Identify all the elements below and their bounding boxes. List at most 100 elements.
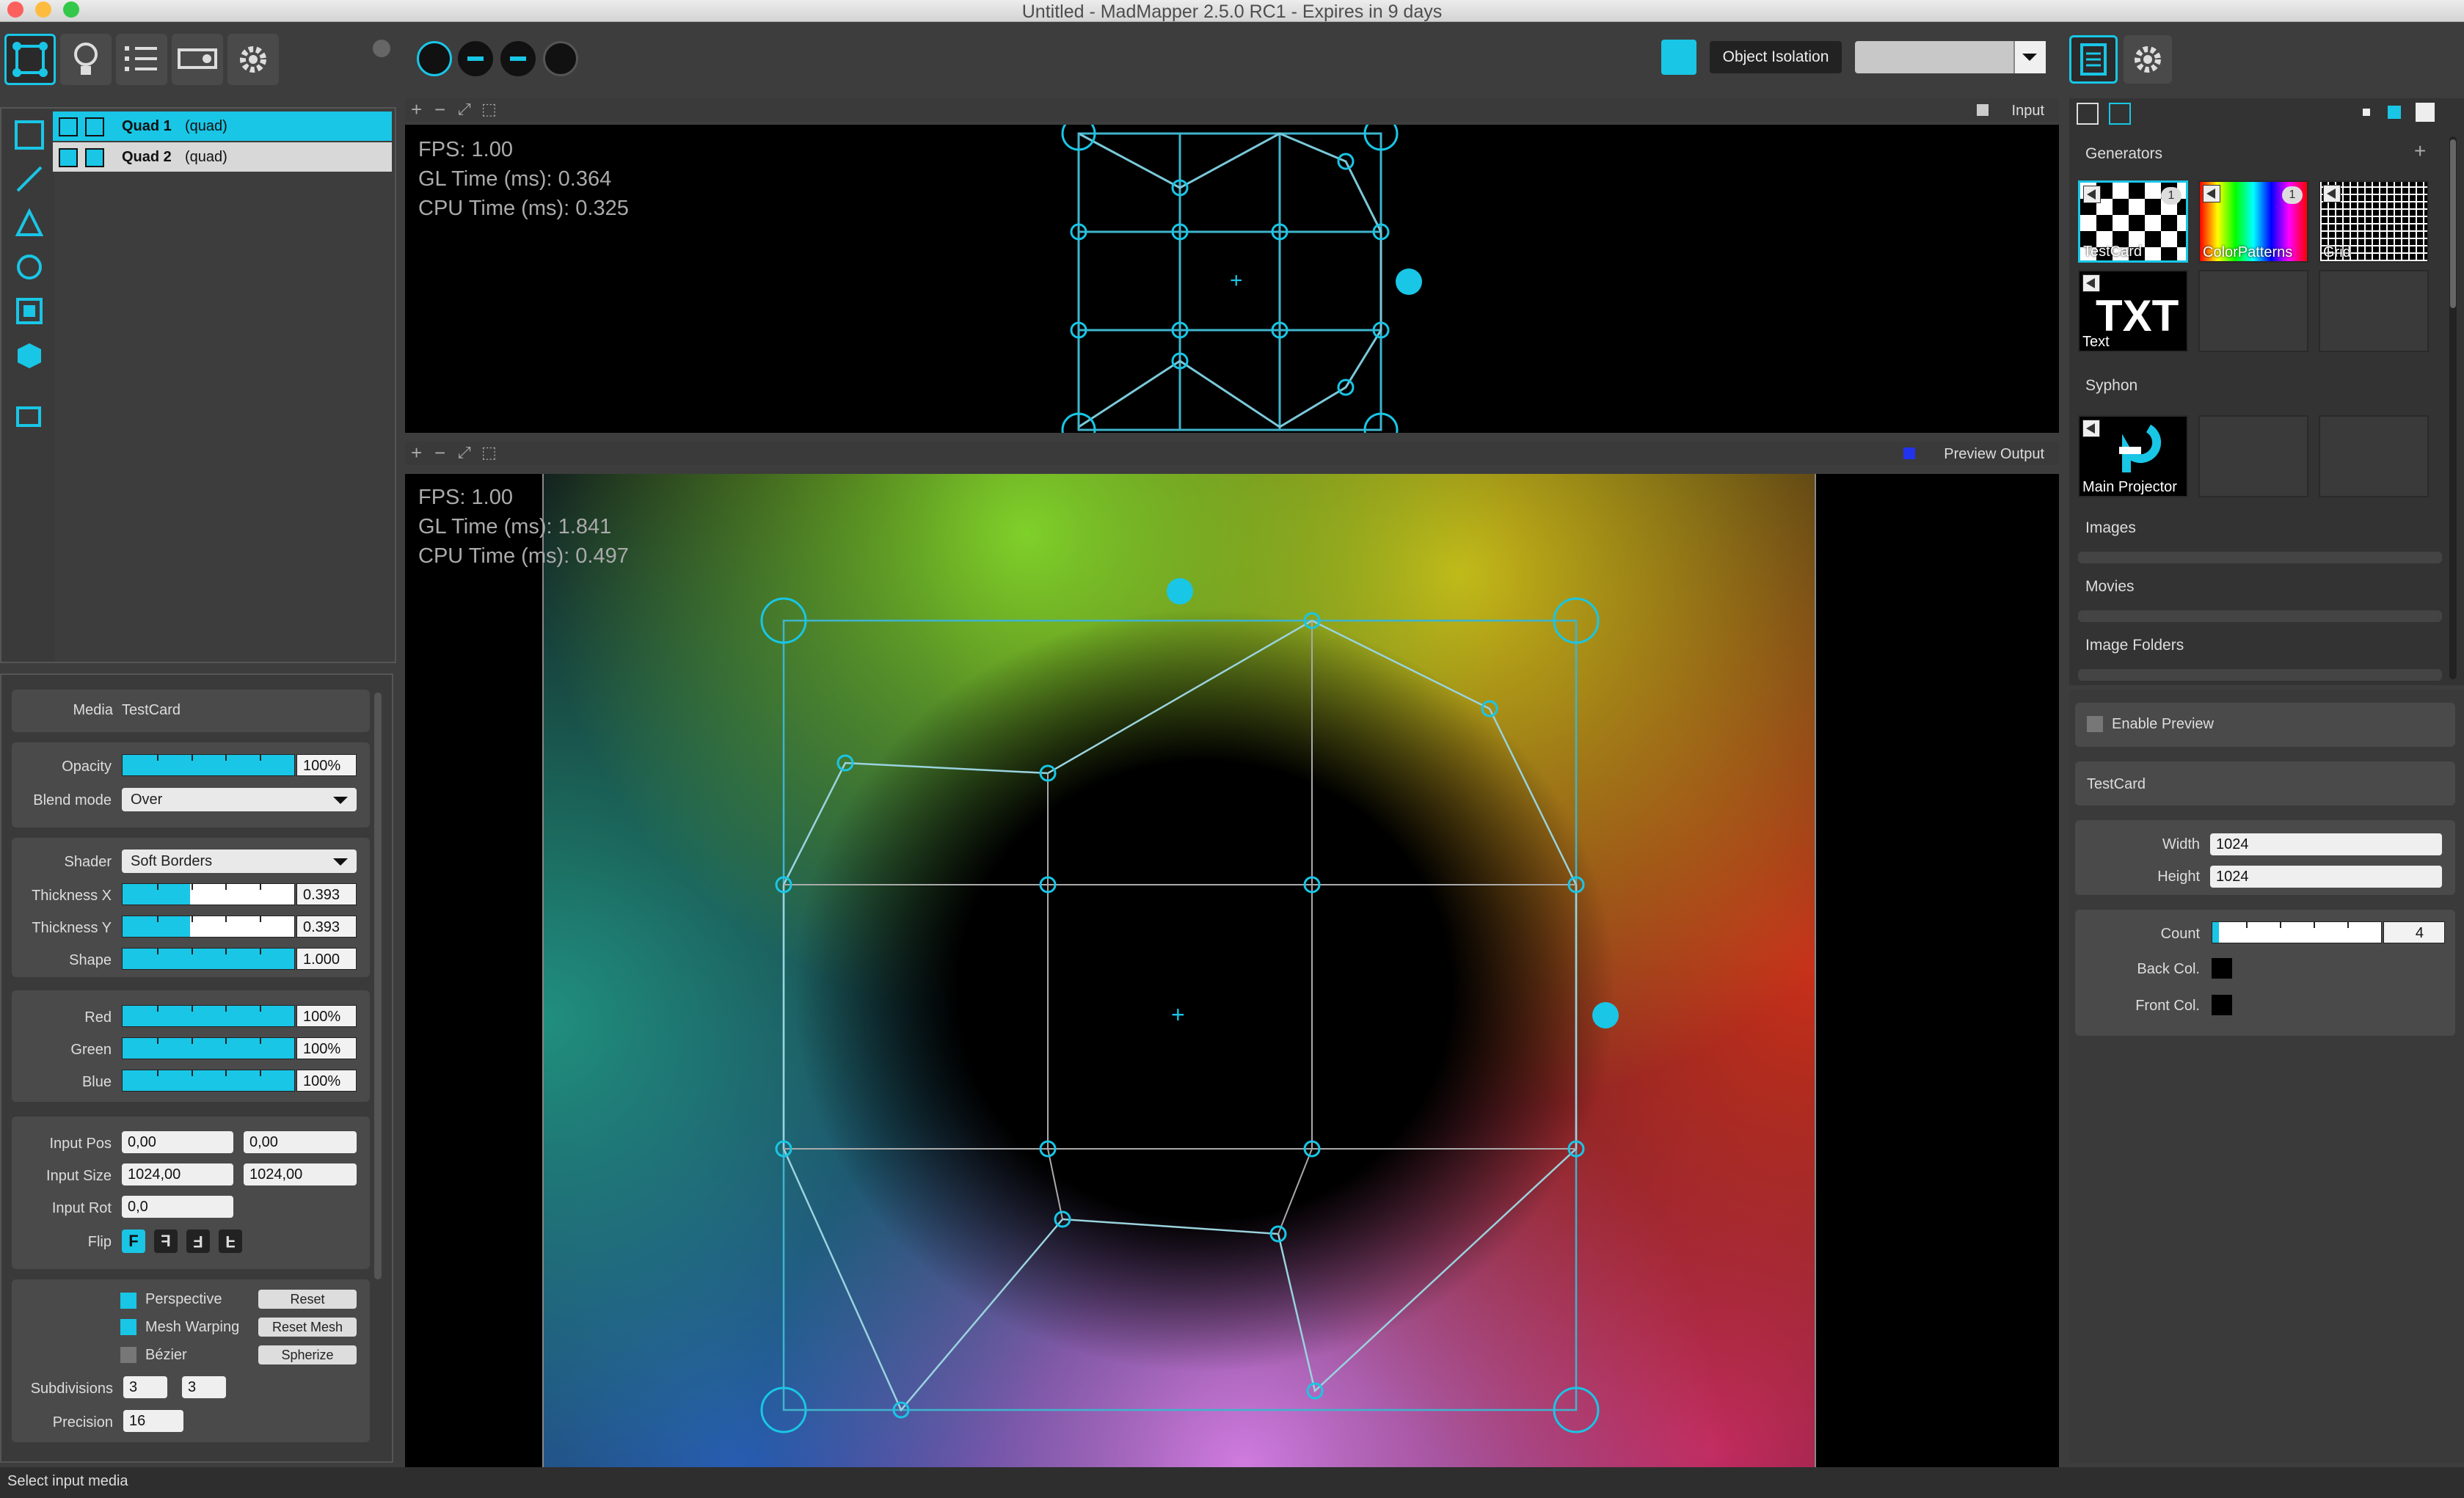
preferences-button[interactable] <box>2124 35 2172 84</box>
isolation-icon-button[interactable] <box>1661 40 1696 75</box>
lights-mode-button[interactable] <box>60 34 112 85</box>
input-mesh[interactable]: + <box>405 125 2059 433</box>
green-slider[interactable] <box>122 1037 295 1059</box>
generator-text[interactable]: TXT Text <box>2078 270 2188 352</box>
layer-row[interactable]: Quad 1 (quad) <box>53 112 392 141</box>
count-slider[interactable] <box>2212 921 2382 943</box>
opacity-slider[interactable] <box>122 754 295 776</box>
projector-mode-button[interactable] <box>172 34 223 85</box>
opacity-value[interactable]: 100% <box>296 754 357 776</box>
input-viewport[interactable]: + FPS: 1.00 GL Time (ms): 0.364 CPU Time… <box>405 125 2059 433</box>
image-folders-drop-area[interactable] <box>2078 669 2442 681</box>
input-size-w[interactable]: 1024,00 <box>122 1163 233 1185</box>
add-line-tool[interactable] <box>15 164 44 194</box>
flip-vertical-button[interactable]: F <box>186 1230 210 1253</box>
subdivisions-y[interactable]: 3 <box>182 1376 226 1398</box>
red-slider[interactable] <box>122 1005 295 1027</box>
add-circle-tool[interactable] <box>15 252 44 282</box>
zoom-out-icon[interactable]: − <box>434 98 445 121</box>
shader-select[interactable]: Soft Borders <box>122 850 357 873</box>
output-mesh[interactable]: + <box>405 474 2059 1467</box>
blue-slider[interactable] <box>122 1070 295 1092</box>
properties-scrollbar[interactable] <box>374 693 382 1279</box>
width-value[interactable]: 1024 <box>2210 833 2442 855</box>
shape-value[interactable]: 1.000 <box>296 948 357 970</box>
movies-drop-area[interactable] <box>2078 610 2442 622</box>
precision-value[interactable]: 16 <box>123 1410 183 1432</box>
isolation-select[interactable] <box>1855 41 2046 73</box>
input-rot-value[interactable]: 0,0 <box>122 1196 233 1218</box>
fullscreen-icon[interactable]: ⬚ <box>481 443 497 462</box>
layer-visibility-checkbox[interactable] <box>59 117 78 136</box>
shape-slider[interactable] <box>122 948 295 970</box>
generator-testcard[interactable]: 1 TestCard <box>2078 180 2188 263</box>
back-color-swatch[interactable] <box>2212 958 2232 979</box>
back-arrow-icon[interactable] <box>2082 420 2100 437</box>
list-view-icon[interactable] <box>2077 103 2099 125</box>
object-isolation-button[interactable]: Object Isolation <box>1710 41 1842 73</box>
flip-none-button[interactable]: F <box>122 1230 145 1253</box>
list-mode-button[interactable] <box>116 34 167 85</box>
enable-preview-checkbox[interactable] <box>2087 716 2103 732</box>
perspective-checkbox[interactable] <box>120 1293 136 1309</box>
view-mode-both-button[interactable] <box>417 41 452 76</box>
fit-view-icon[interactable]: ⤢ <box>458 443 471 462</box>
fullscreen-icon[interactable]: ⬚ <box>481 100 497 119</box>
input-size-h[interactable]: 1024,00 <box>244 1163 357 1185</box>
refresh-view-button[interactable] <box>543 41 578 76</box>
reset-mesh-button[interactable]: Reset Mesh <box>258 1318 357 1337</box>
fit-view-icon[interactable]: ⤢ <box>458 100 471 119</box>
zoom-in-icon[interactable]: + <box>411 98 422 121</box>
thickness-y-slider[interactable] <box>122 916 295 938</box>
view-mode-input-button[interactable] <box>458 41 493 76</box>
output-viewport[interactable]: + FPS: 1.00 GL Time (ms): 1.841 CPU Time… <box>405 474 2059 1467</box>
surfaces-mode-button[interactable] <box>4 34 56 85</box>
collapse-panel-arrow-icon[interactable] <box>373 40 390 57</box>
back-arrow-icon[interactable] <box>2083 186 2101 203</box>
layer-row[interactable]: Quad 2 (quad) <box>53 142 392 172</box>
green-value[interactable]: 100% <box>296 1037 357 1059</box>
input-pos-y[interactable]: 0,00 <box>244 1131 357 1153</box>
thickness-x-value[interactable]: 0.393 <box>296 883 357 905</box>
red-value[interactable]: 100% <box>296 1005 357 1027</box>
thickness-y-value[interactable]: 0.393 <box>296 916 357 938</box>
generator-grid[interactable]: Grid <box>2319 180 2429 263</box>
flip-horizontal-button[interactable]: F <box>154 1230 178 1253</box>
add-3d-object-tool[interactable] <box>15 340 44 370</box>
layer-lock-icon[interactable] <box>85 117 104 136</box>
front-color-swatch[interactable] <box>2212 995 2232 1015</box>
height-value[interactable]: 1024 <box>2210 866 2442 888</box>
add-quad-tool[interactable] <box>15 120 44 150</box>
images-drop-area[interactable] <box>2078 552 2442 563</box>
back-arrow-icon[interactable] <box>2082 274 2100 292</box>
view-mode-output-button[interactable] <box>500 41 536 76</box>
blend-mode-select[interactable]: Over <box>122 788 357 811</box>
add-triangle-tool[interactable] <box>15 208 44 238</box>
spherize-button[interactable]: Spherize <box>258 1345 357 1364</box>
thickness-x-slider[interactable] <box>122 883 295 905</box>
blue-value[interactable]: 100% <box>296 1070 357 1092</box>
layer-visibility-checkbox[interactable] <box>59 148 78 167</box>
back-arrow-icon[interactable] <box>2203 185 2220 202</box>
flip-both-button[interactable]: F <box>219 1230 242 1253</box>
media-value[interactable]: TestCard <box>122 702 181 719</box>
add-group-tool[interactable] <box>15 401 44 430</box>
library-scrollbar[interactable] <box>2449 136 2457 679</box>
zoom-out-icon[interactable]: − <box>434 442 445 464</box>
count-value[interactable]: 4 <box>2383 921 2445 943</box>
input-pos-x[interactable]: 0,00 <box>122 1131 233 1153</box>
library-panel-button[interactable] <box>2069 35 2118 84</box>
add-generator-icon[interactable]: + <box>2414 139 2426 163</box>
add-mask-tool[interactable] <box>15 296 44 326</box>
small-size-icon[interactable] <box>2363 109 2370 116</box>
syphon-main-projector[interactable]: Main Projector <box>2078 415 2188 497</box>
settings-mode-button[interactable] <box>227 34 279 85</box>
large-size-icon[interactable] <box>2416 103 2435 122</box>
mesh-warping-checkbox[interactable] <box>120 1319 136 1335</box>
bezier-checkbox[interactable] <box>120 1347 136 1363</box>
reset-button[interactable]: Reset <box>258 1290 357 1309</box>
zoom-in-icon[interactable]: + <box>411 442 422 464</box>
thumbnail-view-icon[interactable] <box>2109 103 2131 125</box>
medium-size-icon[interactable] <box>2388 106 2401 119</box>
subdivisions-x[interactable]: 3 <box>123 1376 167 1398</box>
